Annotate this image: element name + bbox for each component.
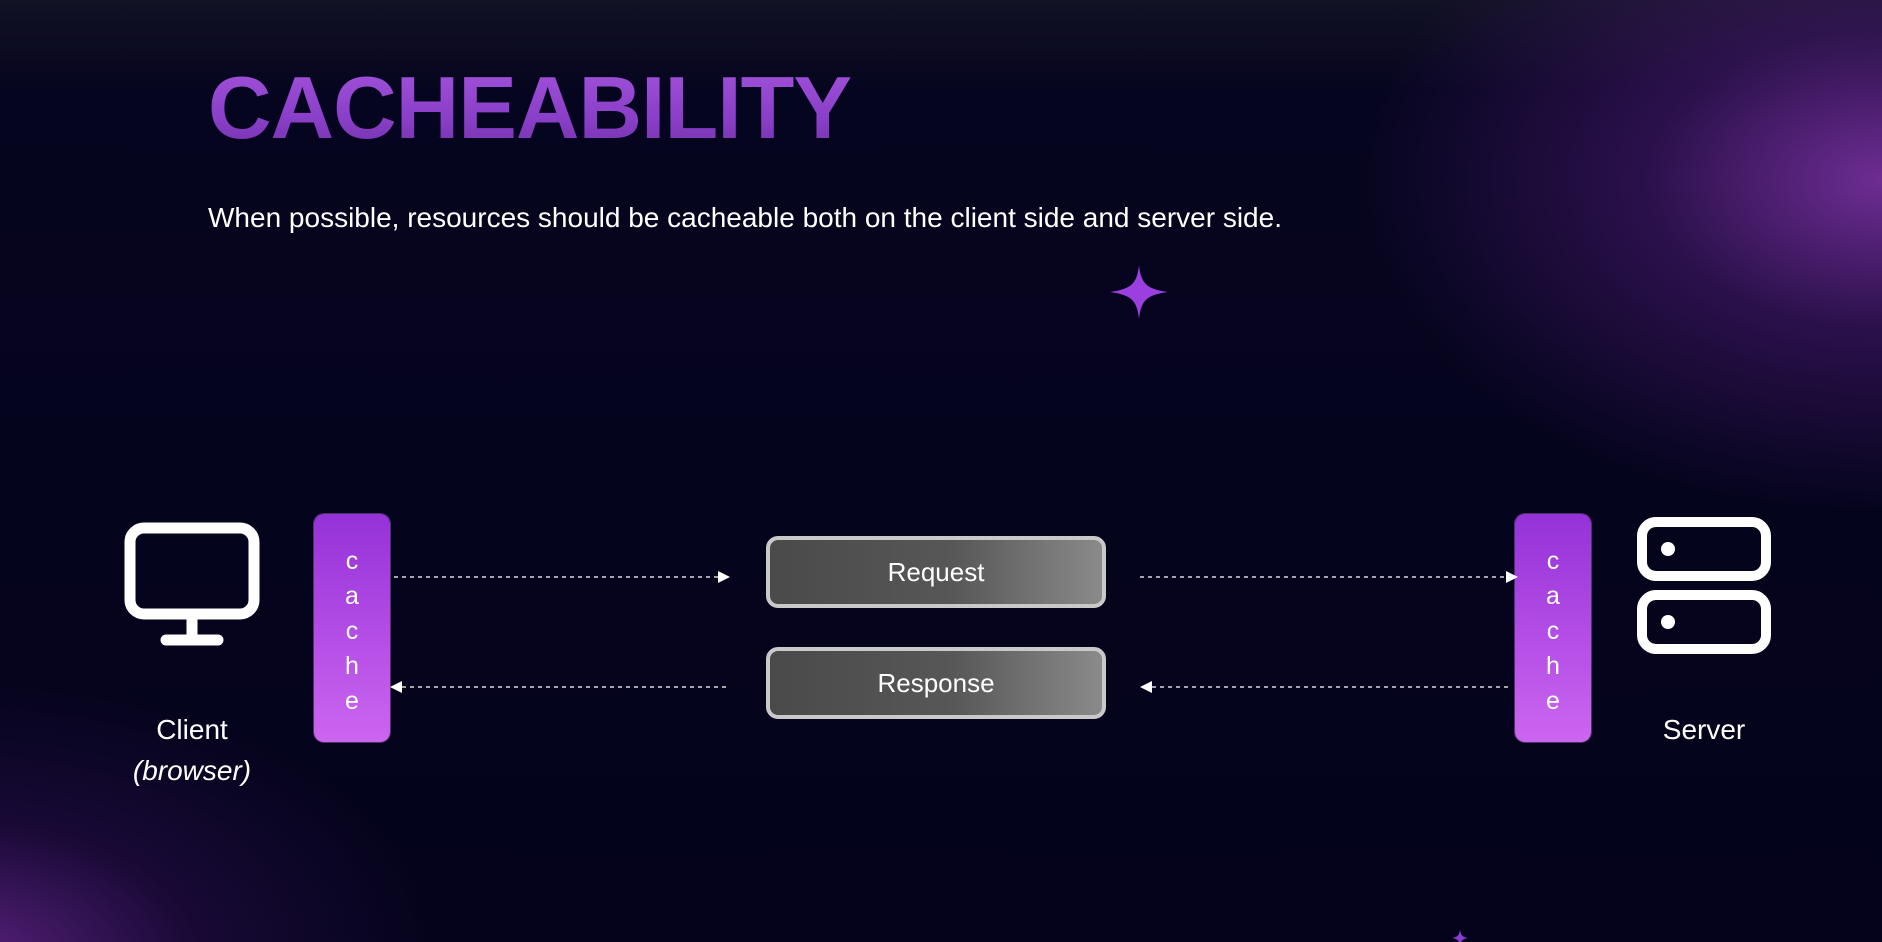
slide: CACHEABILITY When possible, resources sh… [0, 0, 1882, 942]
cache-letter: c [1546, 616, 1560, 645]
monitor-icon [124, 522, 260, 646]
client-cache: c a c h e [314, 514, 390, 742]
arrowhead-left [390, 681, 402, 693]
slide-title: CACHEABILITY [208, 58, 852, 157]
server-cache-label: c a c h e [1546, 538, 1560, 719]
cache-letter: e [345, 686, 359, 715]
small-sparkle-icon [1452, 930, 1468, 942]
client-label: Client [156, 714, 228, 745]
server-icon [1637, 517, 1771, 654]
client-cache-label: c a c h e [345, 538, 359, 719]
sparkle-icon [1110, 265, 1168, 319]
cache-letter: c [345, 546, 359, 575]
cache-letter: h [345, 651, 359, 680]
slide-subtitle: When possible, resources should be cache… [208, 202, 1282, 233]
server-cache: c a c h e [1515, 514, 1591, 742]
client-sublabel: (browser) [132, 755, 252, 786]
arrowhead-right [718, 571, 730, 583]
cache-letter: e [1546, 686, 1560, 715]
cache-letter: h [1546, 651, 1560, 680]
cache-letter: a [345, 581, 359, 610]
request-box: Request [766, 536, 1106, 608]
response-box: Response [766, 647, 1106, 719]
cache-letter: a [1546, 581, 1560, 610]
arrowhead-left [1140, 681, 1152, 693]
server-label: Server [1662, 714, 1746, 745]
cache-letter: c [1546, 546, 1560, 575]
cache-letter: c [345, 616, 359, 645]
